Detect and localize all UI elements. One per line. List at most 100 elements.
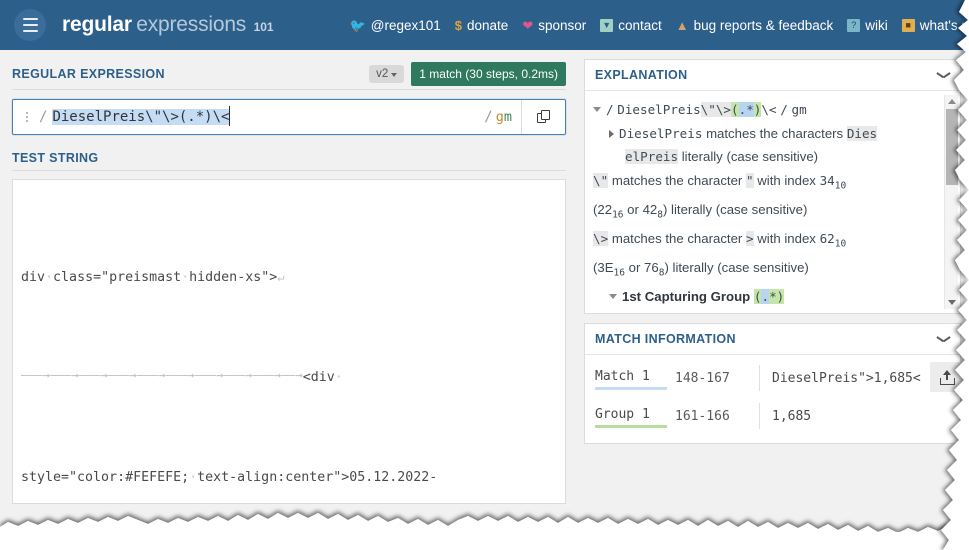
item-index: 34	[819, 172, 835, 188]
explanation-item-gt: \> matches the character > with index 62…	[593, 227, 956, 256]
kebab-menu-icon[interactable]	[18, 100, 36, 134]
explanation-item-gt-cont: (3E16 or 768) literally (case sensitive)	[593, 256, 956, 285]
item-cont-text: ) literally (case sensitive)	[662, 201, 808, 217]
test-line: div·class="preismast·hidden-xs">↵	[21, 265, 557, 290]
brand-logo[interactable]: regular expressions 101	[62, 13, 274, 37]
nav-whats-new[interactable]: ■ what's new	[901, 17, 969, 33]
flag-multiline: m	[503, 109, 512, 125]
nav-wiki-label: wiki	[865, 17, 888, 33]
regex101-app: regular expressions 101 🐦 @regex101 $ do…	[0, 0, 969, 550]
group-range: 161-166	[675, 408, 730, 424]
root-pattern-tail: \<	[761, 102, 777, 117]
item-text-wrap: literally (case sensitive)	[678, 149, 819, 164]
nav-bug-reports[interactable]: ▲ bug reports & feedback	[676, 18, 833, 33]
item-hex-base: 16	[612, 209, 624, 221]
item-index: 62	[819, 230, 835, 246]
table-row[interactable]: Match 1 148-167 DieselPreis">1,685<	[585, 359, 960, 397]
twitter-icon: 🐦	[349, 17, 366, 33]
root-paren-left: (	[731, 102, 739, 117]
chevron-down-icon[interactable]	[937, 71, 950, 79]
nav-twitter[interactable]: 🐦 @regex101	[350, 18, 441, 33]
app-header: regular expressions 101 🐦 @regex101 $ do…	[0, 0, 969, 50]
root-slash-left: /	[606, 102, 614, 117]
explanation-root-row[interactable]: / DieselPreis\"\>(.*)\< / gm	[593, 98, 956, 122]
space-dot: ·	[45, 270, 54, 285]
explanation-capturing-group[interactable]: 1st Capturing Group (.*)	[593, 285, 956, 309]
match-information-panel: MATCH INFORMATION Match 1 148-167 Diesel…	[584, 323, 964, 444]
chevron-down-icon[interactable]	[937, 335, 950, 343]
regex-input-row[interactable]: / DieselPreis\"\>(.*)\< / g m	[12, 99, 566, 135]
item-text: matches the character	[608, 172, 746, 188]
test-text: class="preismast	[53, 270, 182, 285]
dollar-icon: $	[454, 17, 463, 33]
group-title: 1st Capturing Group	[622, 289, 751, 305]
export-matches-button[interactable]	[930, 362, 964, 392]
right-panel: EXPLANATION / DieselPreis\"\>(.*)\< / gm…	[578, 50, 969, 530]
explanation-panel: EXPLANATION / DieselPreis\"\>(.*)\< / gm…	[584, 59, 961, 314]
scroll-down-icon[interactable]	[948, 300, 956, 305]
test-section-header: TEST STRING	[12, 145, 566, 171]
root-slash-right: /	[780, 102, 788, 117]
test-text: <div	[302, 370, 335, 385]
nav-whats-new-label: what's new	[919, 17, 969, 33]
explanation-dot-row[interactable]: . matches any character (except for line…	[593, 309, 956, 313]
newline-glyph: ↵	[277, 270, 285, 284]
test-section-title: TEST STRING	[12, 150, 99, 165]
test-text: text-align:center">05.12.2022-	[197, 470, 438, 485]
nav-contact-label: contact	[618, 17, 662, 33]
group-value: 1,685	[772, 408, 812, 424]
table-row[interactable]: Group 1 161-166 1,685	[585, 397, 960, 435]
triangle-down-icon[interactable]	[593, 107, 601, 112]
test-line: style="color:#FEFEFE;·text-align:center"…	[21, 465, 557, 490]
explanation-item-quote: \" matches the character " with index 34…	[593, 169, 956, 198]
match-status-badge: 1 match (30 steps, 0.2ms)	[411, 61, 566, 86]
item-text: matches the characters	[702, 125, 847, 141]
wiki-icon: ?	[847, 18, 861, 32]
chevron-down-icon	[391, 72, 398, 77]
item-code: \"	[593, 172, 609, 188]
kebab-dot	[26, 112, 28, 114]
nav-wiki[interactable]: ? wiki	[847, 18, 888, 33]
item-text2: with index	[753, 230, 820, 246]
item-oct: or 76	[624, 259, 659, 275]
regex-version-selector[interactable]: v2	[369, 64, 405, 83]
nav-sponsor[interactable]: ❤ sponsor	[522, 18, 586, 33]
match-underline	[595, 387, 667, 390]
group-dot: .	[761, 289, 770, 305]
left-panel: REGULAR EXPRESSION v2 1 match (30 steps,…	[0, 50, 578, 530]
match-label[interactable]: Match 1	[595, 369, 675, 390]
space-dot: ·	[189, 470, 198, 485]
heart-icon: ❤	[522, 17, 534, 33]
scroll-up-icon[interactable]	[948, 99, 956, 104]
nav-contact[interactable]: ▼ contact	[600, 18, 662, 33]
test-string-editor[interactable]: div·class="preismast·hidden-xs">↵ ———→——…	[12, 179, 566, 504]
group-label-text: Group 1	[595, 407, 650, 422]
regex-delimiter-right: /	[484, 109, 493, 125]
test-text: hidden-xs">	[189, 270, 278, 285]
group-label[interactable]: Group 1	[595, 407, 675, 428]
nav-donate[interactable]: $ donate	[455, 18, 509, 33]
item-oct: or 42	[623, 201, 658, 217]
explanation-item-literal[interactable]: DieselPreis matches the characters Dies	[593, 122, 956, 146]
column-divider	[759, 365, 760, 391]
triangle-right-icon[interactable]	[609, 129, 614, 138]
explanation-body[interactable]: / DieselPreis\"\>(.*)\< / gm DieselPreis…	[585, 91, 960, 313]
nav-bug-reports-label: bug reports & feedback	[693, 17, 834, 33]
nav-sponsor-label: sponsor	[538, 17, 587, 33]
regex-version-label: v2	[376, 67, 389, 80]
copy-regex-button[interactable]	[521, 100, 565, 134]
hamburger-bar	[22, 30, 38, 32]
warning-icon: ▲	[675, 17, 689, 33]
regex-section-title: REGULAR EXPRESSION	[12, 66, 165, 81]
regex-input[interactable]: DieselPreis\"\>(.*)\<	[50, 100, 481, 134]
explanation-scrollbar[interactable]	[944, 95, 958, 309]
scrollbar-thumb[interactable]	[946, 109, 958, 185]
main-body: REGULAR EXPRESSION v2 1 match (30 steps,…	[0, 50, 969, 530]
match-range: 148-167	[675, 370, 730, 386]
item-code2: >	[745, 230, 754, 246]
hamburger-icon[interactable]	[14, 9, 46, 41]
triangle-down-icon[interactable]	[609, 294, 617, 300]
test-line: ———→———→———→———→———→———→———→———→———→——→<…	[21, 365, 557, 390]
test-text: style="color:#FEFEFE;	[21, 470, 190, 485]
regex-flags[interactable]: / g m	[481, 100, 521, 134]
